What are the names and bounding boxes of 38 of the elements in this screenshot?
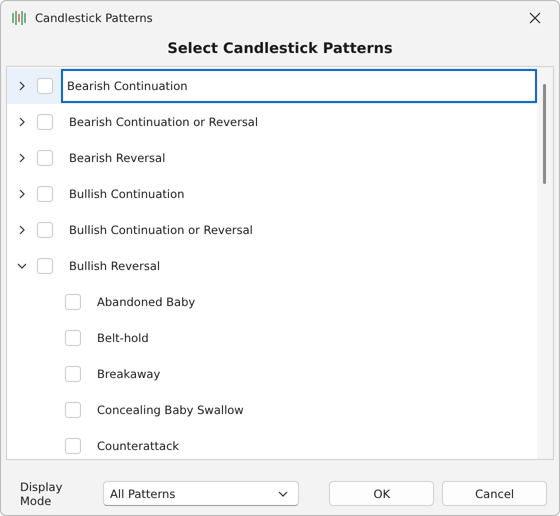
window-title: Candlestick Patterns: [35, 10, 154, 24]
checkbox[interactable]: [65, 330, 81, 346]
tree-item[interactable]: Abandoned Baby: [91, 285, 537, 319]
display-mode-label: Display Mode: [20, 480, 64, 508]
chevron-right-icon[interactable]: [17, 189, 27, 199]
checkbox[interactable]: [65, 438, 81, 454]
candlestick-icon: [11, 10, 27, 24]
tree-item[interactable]: Belt-hold: [91, 321, 537, 355]
display-mode-dropdown[interactable]: All Patterns: [103, 481, 300, 506]
tree-item[interactable]: Counterattack: [91, 429, 537, 459]
checkbox[interactable]: [37, 222, 53, 238]
tree-item[interactable]: Bearish Reversal: [63, 141, 537, 175]
close-icon[interactable]: [529, 12, 541, 24]
tree-item[interactable]: Bearish Continuation or Reversal: [63, 105, 537, 139]
chevron-down-icon[interactable]: [17, 261, 27, 271]
tree-item[interactable]: Bearish Continuation: [61, 69, 537, 103]
cancel-button[interactable]: Cancel: [442, 481, 547, 506]
tree-item[interactable]: Bullish Continuation or Reversal: [63, 213, 537, 247]
tree-item[interactable]: Concealing Baby Swallow: [91, 393, 537, 427]
tree-item[interactable]: Bullish Continuation: [63, 177, 537, 211]
checkbox[interactable]: [65, 402, 81, 418]
checkbox[interactable]: [37, 258, 53, 274]
ok-button[interactable]: OK: [329, 481, 434, 506]
chevron-right-icon[interactable]: [17, 153, 27, 163]
chevron-right-icon[interactable]: [17, 81, 27, 91]
checkbox[interactable]: [37, 150, 53, 166]
scrollbar-thumb[interactable]: [543, 84, 546, 184]
tree-item[interactable]: Bullish Reversal: [63, 249, 537, 283]
chevron-right-icon[interactable]: [17, 117, 27, 127]
tree-item[interactable]: Breakaway: [91, 357, 537, 391]
checkbox[interactable]: [37, 78, 53, 94]
checkbox[interactable]: [37, 114, 53, 130]
checkbox[interactable]: [37, 186, 53, 202]
checkbox[interactable]: [65, 366, 81, 382]
checkbox[interactable]: [65, 294, 81, 310]
chevron-down-icon: [278, 490, 288, 496]
chevron-right-icon[interactable]: [17, 225, 27, 235]
dialog-heading: Select Candlestick Patterns: [166, 40, 394, 59]
